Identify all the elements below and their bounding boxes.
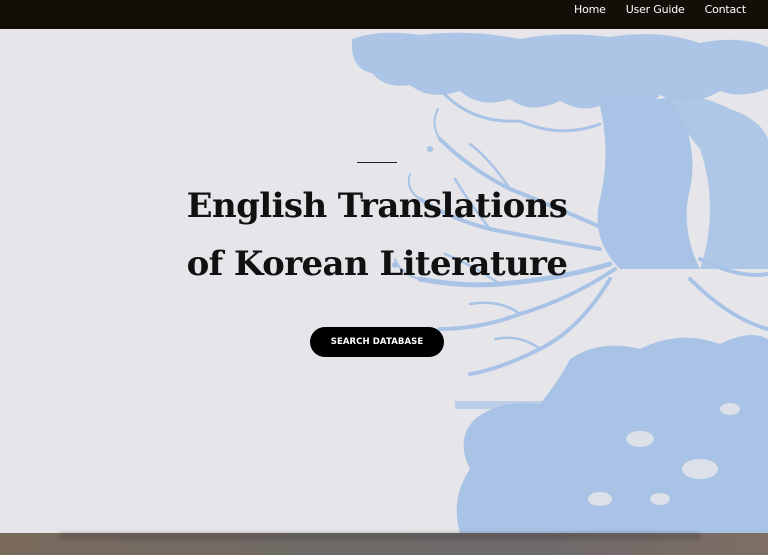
nav-user-guide-link[interactable]: User Guide bbox=[626, 3, 685, 16]
nav-home-link[interactable]: Home bbox=[574, 3, 606, 16]
main-nav: Home User Guide Contact bbox=[574, 0, 746, 18]
nav-contact-link[interactable]: Contact bbox=[705, 3, 747, 16]
footer-strip bbox=[0, 533, 768, 555]
title-divider bbox=[357, 162, 397, 163]
search-database-button[interactable]: SEARCH DATABASE bbox=[310, 327, 444, 357]
page-title-line-1: English Translations bbox=[186, 186, 568, 226]
page-title: English Translations of Korean Literatur… bbox=[0, 177, 754, 293]
hero-section: English Translations of Korean Literatur… bbox=[0, 29, 768, 533]
top-navigation-bar: Home User Guide Contact bbox=[0, 0, 768, 29]
page-title-line-2: of Korean Literature bbox=[186, 244, 568, 284]
footer-shadow bbox=[60, 533, 700, 539]
